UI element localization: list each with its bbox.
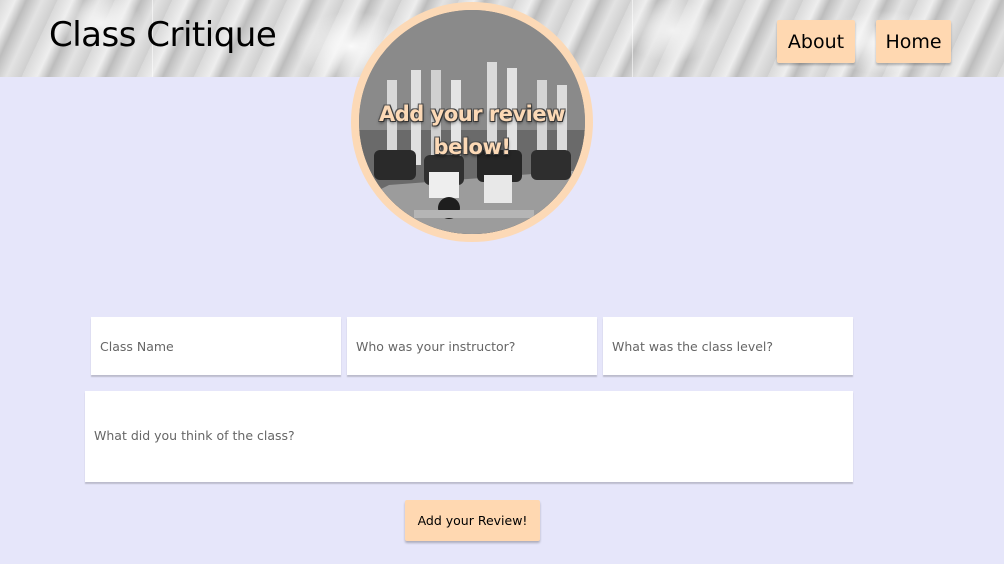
class-name-input[interactable] xyxy=(91,317,341,375)
add-review-button[interactable]: Add your Review! xyxy=(405,500,540,541)
instructor-input[interactable] xyxy=(347,317,597,375)
header-photo-divider xyxy=(632,0,633,77)
site-title: Class Critique xyxy=(49,15,277,55)
review-textarea[interactable] xyxy=(85,391,853,482)
nav-home-button[interactable]: Home xyxy=(876,20,951,63)
class-level-input[interactable] xyxy=(603,317,853,375)
hero-badge: Add your review below! xyxy=(351,2,593,242)
hero-photo: Add your review below! xyxy=(359,10,585,234)
hero-caption: Add your review below! xyxy=(379,102,566,159)
nav-about-button[interactable]: About xyxy=(777,20,855,63)
